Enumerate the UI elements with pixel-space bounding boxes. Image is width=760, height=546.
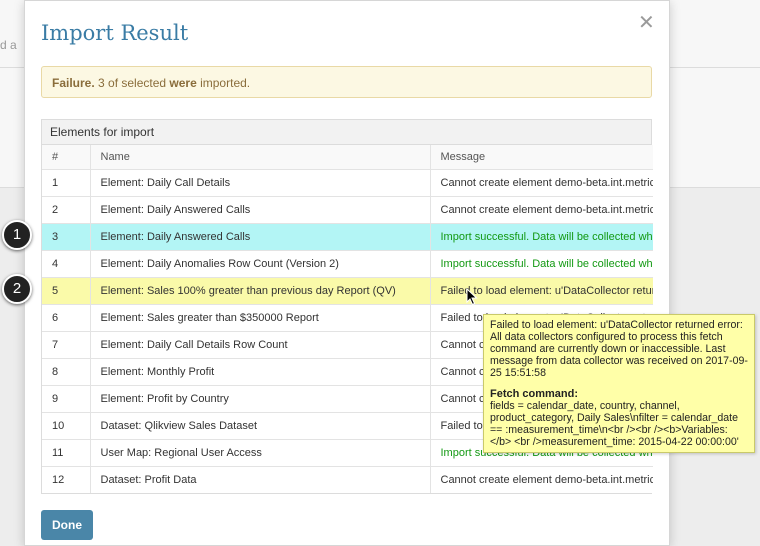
callout-badge-1: 1 — [2, 220, 32, 250]
row-name: Element: Monthly Profit — [90, 357, 431, 385]
import-result-modal: ✕ Import Result Failure. 3 of selected w… — [24, 0, 670, 546]
row-message[interactable]: Cannot create element demo-beta.int.metr… — [430, 168, 653, 196]
error-tooltip: Failed to load element: u'DataCollector … — [483, 314, 755, 453]
modal-title: Import Result — [41, 21, 189, 45]
row-name: Element: Daily Anomalies Row Count (Vers… — [90, 249, 431, 277]
row-number: 2 — [42, 195, 91, 223]
table-row: 5 Element: Sales 100% greater than previo… — [42, 276, 653, 304]
callout-badge-2: 2 — [2, 274, 32, 304]
row-message[interactable]: Import successful. Data will be collecte… — [430, 249, 653, 277]
mouse-cursor-icon — [466, 288, 478, 306]
row-name: User Map: Regional User Access — [90, 438, 431, 466]
tooltip-message: Failed to load element: u'DataCollector … — [490, 319, 748, 379]
row-number: 3 — [42, 222, 91, 250]
row-name: Element: Sales greater than $350000 Repo… — [90, 303, 431, 331]
column-header-name: Name — [90, 145, 431, 169]
row-number: 6 — [42, 303, 91, 331]
done-button[interactable]: Done — [41, 510, 93, 540]
table-row: 3 Element: Daily Answered Calls Import suc… — [42, 222, 653, 250]
row-message[interactable]: Cannot create element demo-beta.int.metr… — [430, 465, 653, 493]
row-name: Element: Daily Call Details Row Count — [90, 330, 431, 358]
row-message[interactable]: Failed to load element: u'DataCollector … — [430, 276, 653, 304]
tooltip-fetch-body: fields = calendar_date, country, channel… — [490, 400, 739, 448]
column-header-message: Message — [430, 145, 653, 169]
row-name: Element: Daily Answered Calls — [90, 195, 431, 223]
row-name: Element: Daily Answered Calls — [90, 222, 431, 250]
row-name: Dataset: Qlikview Sales Dataset — [90, 411, 431, 439]
table-row: 2 Element: Daily Answered Calls Cannot cre… — [42, 195, 653, 223]
column-header-number: # — [42, 145, 91, 169]
alert-end: imported. — [196, 76, 251, 90]
row-number: 10 — [42, 411, 91, 439]
row-message[interactable]: Cannot create element demo-beta.int.metr… — [430, 195, 653, 223]
row-number: 7 — [42, 330, 91, 358]
row-number: 1 — [42, 168, 91, 196]
alert-mid: 3 of selected — [94, 76, 170, 90]
row-name: Element: Profit by Country — [90, 384, 431, 412]
row-name: Element: Daily Call Details — [90, 168, 431, 196]
row-number: 4 — [42, 249, 91, 277]
alert-strong2: were — [169, 76, 197, 90]
table-row: 1 Element: Daily Call Details Cannot creat… — [42, 168, 653, 196]
row-message[interactable]: Import successful. Data will be collecte… — [430, 222, 653, 250]
table-header-row: # Name Message — [42, 145, 653, 169]
row-number: 9 — [42, 384, 91, 412]
close-icon[interactable]: ✕ — [638, 13, 655, 33]
row-number: 12 — [42, 465, 91, 493]
tooltip-fetch-heading: Fetch command: — [490, 388, 579, 400]
panel-title: Elements for import — [42, 120, 651, 145]
row-number: 5 — [42, 276, 91, 304]
failure-alert: Failure. 3 of selected were imported. — [41, 66, 652, 98]
table-row: 4 Element: Daily Anomalies Row Count (Ver… — [42, 249, 653, 277]
row-name: Dataset: Profit Data — [90, 465, 431, 493]
row-number: 11 — [42, 438, 91, 466]
row-name: Element: Sales 100% greater than previou… — [90, 276, 431, 304]
background-partial-text: d a — [0, 38, 17, 52]
alert-strong: Failure. — [52, 76, 95, 90]
table-row: 12 Dataset: Profit Data Cannot create elem… — [42, 465, 653, 493]
row-number: 8 — [42, 357, 91, 385]
